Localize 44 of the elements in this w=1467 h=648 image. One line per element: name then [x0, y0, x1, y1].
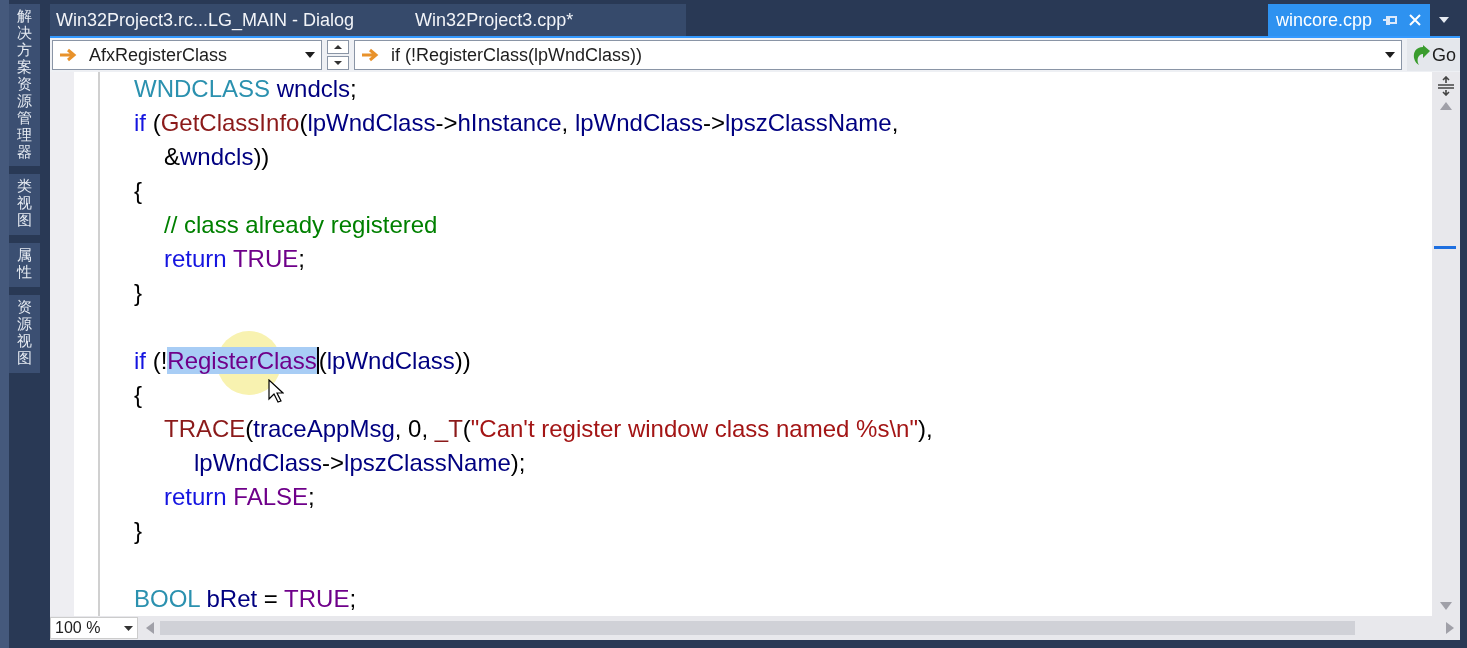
pin-icon[interactable] — [1382, 13, 1398, 27]
sidebar-tab[interactable]: 属性 — [9, 243, 40, 288]
dropdown-icon[interactable] — [1438, 16, 1450, 24]
code-line: } — [134, 516, 142, 546]
member-dropdown[interactable]: AfxRegisterClass — [52, 40, 322, 70]
code-line: } — [134, 278, 142, 308]
code-line: lpWndClass->lpszClassName); — [193, 448, 526, 478]
scroll-left-icon[interactable] — [146, 622, 154, 634]
code-line: if (!RegisterClass(lpWndClass)) — [134, 346, 471, 376]
scope-dropdown[interactable]: if (!RegisterClass(lpWndClass)) — [354, 40, 1402, 70]
caret-icon — [305, 52, 315, 58]
scroll-right-icon[interactable] — [1446, 622, 1454, 634]
vertical-scrollbar[interactable] — [1432, 72, 1460, 616]
code-line: WNDCLASS wndcls; — [134, 74, 357, 104]
position-marker — [1434, 246, 1456, 250]
code-line: BOOL bRet = TRUE; — [134, 584, 357, 614]
go-button[interactable]: Go — [1407, 39, 1460, 71]
caret-icon — [1385, 52, 1395, 58]
sidebar-tab[interactable]: 类视图 — [9, 174, 40, 236]
code-line: // class already registered — [163, 210, 438, 240]
code-line: if (GetClassInfo(lpWndClass->hInstance, lpWndClass->lpszClassName, — [134, 108, 899, 138]
split-icon[interactable] — [1437, 76, 1455, 96]
code-line: &wndcls)) — [163, 142, 270, 172]
scroll-up-icon[interactable] — [1440, 102, 1452, 110]
code-line: { — [134, 380, 142, 410]
spin-up-button[interactable] — [327, 40, 349, 54]
sidebar-tab[interactable]: 解决方案资源管理器 — [9, 4, 40, 167]
curved-arrow-icon — [1411, 43, 1431, 67]
document-tab[interactable]: Win32Project3.cpp* — [409, 4, 629, 36]
arrow-icon — [361, 48, 381, 62]
sidebar-tab[interactable]: 资源视图 — [9, 295, 40, 373]
mouse-pointer-icon — [268, 379, 284, 403]
code-line: return TRUE; — [163, 244, 305, 274]
scrollbar-thumb[interactable] — [160, 621, 1355, 635]
code-line: { — [134, 176, 142, 206]
code-line: return FALSE; — [163, 482, 315, 512]
caret-icon — [124, 625, 133, 631]
code-line: TRACE(traceAppMsg, 0, _T("Can't register window class named %s\n"), — [163, 414, 933, 444]
arrow-icon — [59, 48, 79, 62]
document-tab[interactable]: Win32Project3.rc...LG_MAIN - Dialog — [50, 4, 410, 36]
scroll-down-icon[interactable] — [1440, 602, 1452, 610]
spin-down-button[interactable] — [327, 56, 349, 70]
zoom-dropdown[interactable]: 100 % — [50, 617, 138, 639]
close-icon[interactable] — [1408, 13, 1422, 27]
